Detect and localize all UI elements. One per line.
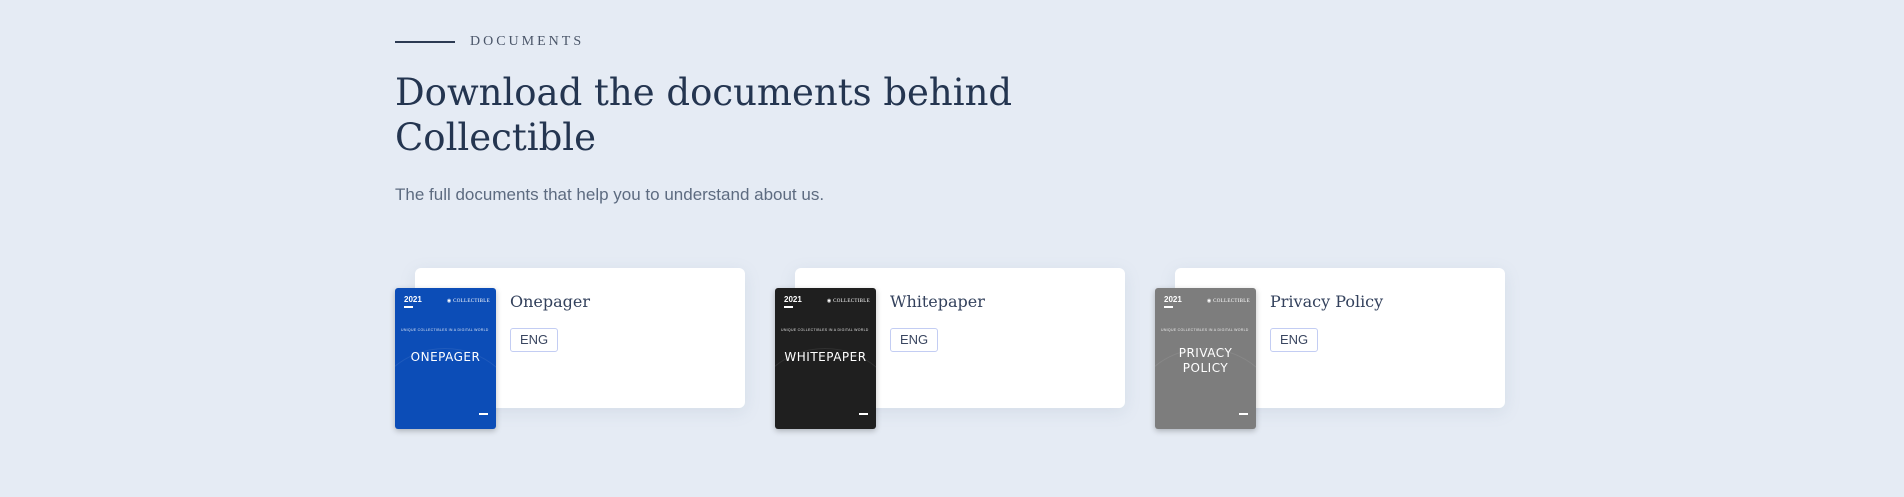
document-title[interactable]: Privacy Policy [1270,292,1383,311]
document-title[interactable]: Onepager [510,292,590,311]
cover-brand-logo: COLLECTIBLE [447,298,490,304]
cover-dash [404,306,413,308]
document-cover-whitepaper[interactable]: 2021 COLLECTIBLE UNIQUE COLLECTIBLES IN … [775,288,876,429]
language-badge-eng[interactable]: ENG [890,328,939,352]
cover-tagline: UNIQUE COLLECTIBLES IN A DIGITAL WORLD [401,328,489,332]
section-title: Download the documents behind Collectibl… [395,71,1013,159]
cover-document-name: ONEPAGER [395,350,496,365]
cover-dash [784,306,793,308]
document-cover-privacy-policy[interactable]: 2021 COLLECTIBLE UNIQUE COLLECTIBLES IN … [1155,288,1256,429]
cover-year: 2021 [1164,295,1182,304]
document-cover-onepager[interactable]: 2021 COLLECTIBLE UNIQUE COLLECTIBLES IN … [395,288,496,429]
cover-foot-dash [1239,413,1248,415]
section-subtitle: The full documents that help you to unde… [395,185,825,204]
cover-tagline: UNIQUE COLLECTIBLES IN A DIGITAL WORLD [1161,328,1249,332]
eyebrow-divider [395,41,455,43]
cover-name-line1: ONEPAGER [410,350,481,364]
language-badge-eng[interactable]: ENG [510,328,559,352]
cover-dash [1164,306,1173,308]
cover-brand-logo: COLLECTIBLE [827,298,870,304]
document-title[interactable]: Whitepaper [890,292,985,311]
cover-name-line1: PRIVACY [1178,346,1233,360]
cover-year: 2021 [404,295,422,304]
cover-name-line1: WHITEPAPER [784,350,867,364]
cover-foot-dash [859,413,868,415]
cover-document-name: PRIVACY POLICY [1155,346,1256,376]
cover-document-name: WHITEPAPER [775,350,876,365]
document-card-onepager[interactable]: 2021 COLLECTIBLE UNIQUE COLLECTIBLES IN … [395,268,745,429]
document-card-whitepaper[interactable]: 2021 COLLECTIBLE UNIQUE COLLECTIBLES IN … [775,268,1125,429]
section-eyebrow: DOCUMENTS [395,34,584,50]
cover-tagline: UNIQUE COLLECTIBLES IN A DIGITAL WORLD [781,328,869,332]
cover-name-line2: POLICY [1182,361,1229,375]
document-card-privacy-policy[interactable]: 2021 COLLECTIBLE UNIQUE COLLECTIBLES IN … [1155,268,1505,429]
document-cards: 2021 COLLECTIBLE UNIQUE COLLECTIBLES IN … [395,268,1545,438]
cover-year: 2021 [784,295,802,304]
eyebrow-label: DOCUMENTS [470,34,585,49]
cover-brand-logo: COLLECTIBLE [1207,298,1250,304]
documents-section: DOCUMENTS Download the documents behind … [395,0,1545,497]
language-badge-eng[interactable]: ENG [1270,328,1319,352]
cover-foot-dash [479,413,488,415]
